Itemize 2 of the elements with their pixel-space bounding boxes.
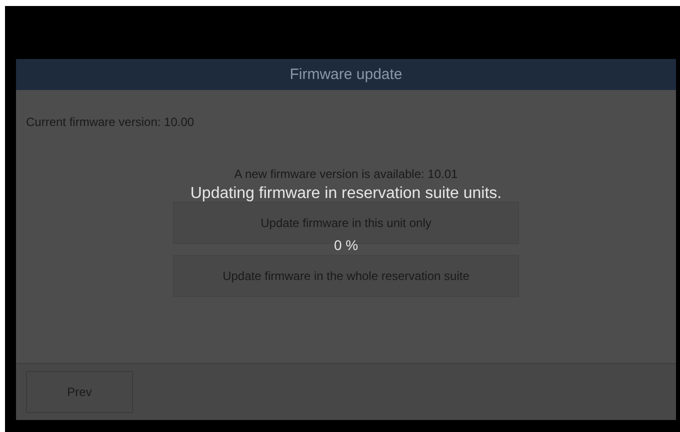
progress-message: Updating firmware in reservation suite units. bbox=[190, 185, 502, 203]
dialog-title: Firmware update bbox=[16, 59, 676, 90]
